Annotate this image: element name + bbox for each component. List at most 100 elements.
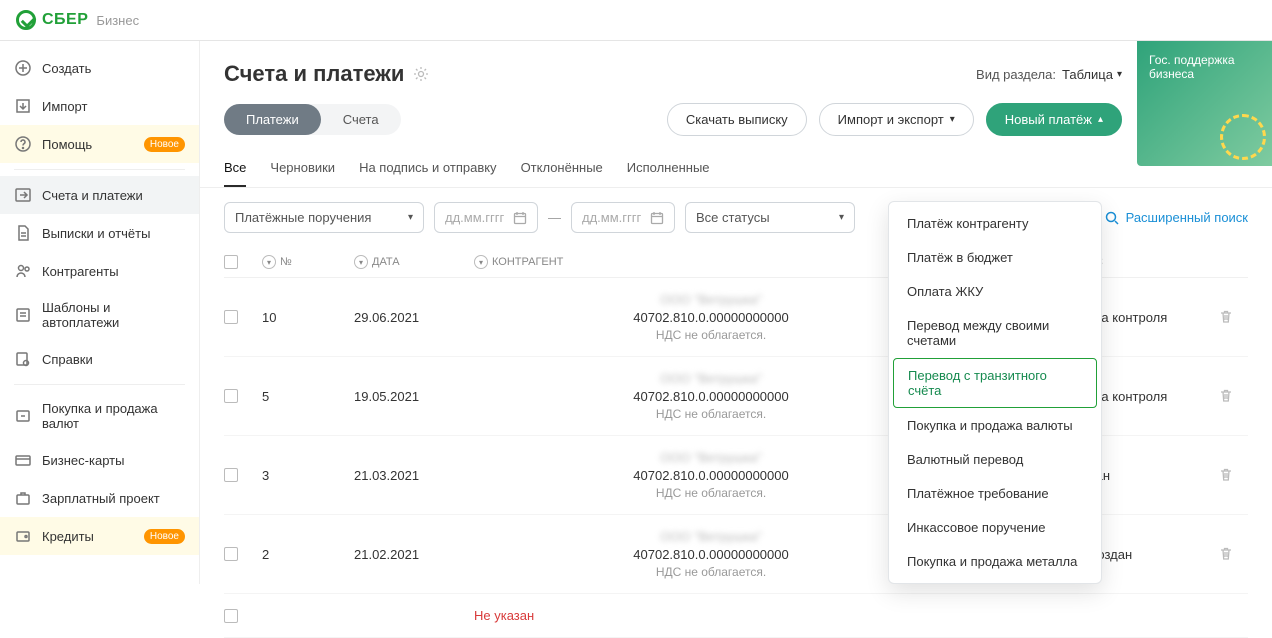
cell-date: 19.05.2021 xyxy=(354,389,454,404)
sort-icon: ▾ xyxy=(354,255,368,269)
tab-done[interactable]: Исполненные xyxy=(627,150,710,187)
row-checkbox[interactable] xyxy=(224,609,238,623)
tab-all[interactable]: Все xyxy=(224,150,246,187)
status-select[interactable]: Все статусы ▾ xyxy=(685,202,855,233)
tab-rejected[interactable]: Отклонённые xyxy=(521,150,603,187)
badge-new: Новое xyxy=(144,529,185,544)
arrow-right-box-icon xyxy=(14,186,32,204)
dropdown-item[interactable]: Перевод с транзитного счёта xyxy=(893,358,1097,408)
sidebar-item-label: Бизнес-карты xyxy=(42,453,124,468)
cell-date: 21.03.2021 xyxy=(354,468,454,483)
main-content: Гос. поддержка бизнеса Счета и платежи В… xyxy=(200,41,1272,584)
dropdown-item[interactable]: Инкассовое поручение xyxy=(893,511,1097,544)
table-row[interactable]: Не указан xyxy=(224,594,1248,638)
tab-drafts[interactable]: Черновики xyxy=(270,150,335,187)
dropdown-item[interactable]: Покупка и продажа валюты xyxy=(893,409,1097,442)
segment-payments[interactable]: Платежи xyxy=(224,104,321,135)
sidebar-item-help[interactable]: Помощь Новое xyxy=(0,125,199,163)
segment-control: Платежи Счета xyxy=(224,104,401,135)
row-checkbox[interactable] xyxy=(224,547,238,561)
card-icon xyxy=(14,451,32,469)
dropdown-item[interactable]: Платёж в бюджет xyxy=(893,241,1097,274)
import-icon xyxy=(14,97,32,115)
sidebar-item-label: Зарплатный проект xyxy=(42,491,160,506)
import-export-button[interactable]: Импорт и экспорт ▾ xyxy=(819,103,974,136)
view-label: Вид раздела: xyxy=(976,67,1056,82)
sidebar-item-refs[interactable]: Справки xyxy=(0,340,199,378)
chevron-down-icon: ▾ xyxy=(1117,69,1122,80)
sidebar-item-cards[interactable]: Бизнес-карты xyxy=(0,441,199,479)
cell-number: 10 xyxy=(262,310,334,325)
dropdown-item[interactable]: Платёж контрагенту xyxy=(893,207,1097,240)
trash-icon[interactable] xyxy=(1218,388,1248,404)
sidebar-item-label: Шаблоны и автоплатежи xyxy=(42,300,185,330)
sidebar-item-counterparties[interactable]: Контрагенты xyxy=(0,252,199,290)
trash-icon[interactable] xyxy=(1218,467,1248,483)
view-mode: Вид раздела: Таблица ▾ xyxy=(976,67,1122,82)
download-statement-button[interactable]: Скачать выписку xyxy=(667,103,807,136)
logo-segment: Бизнес xyxy=(96,13,139,28)
cell-counterparty: ООО "Ветрушка" 40702.810.0.00000000000 Н… xyxy=(474,371,948,421)
sidebar-item-accounts-payments[interactable]: Счета и платежи xyxy=(0,176,199,214)
gear-icon[interactable] xyxy=(412,65,430,83)
date-from-input[interactable]: дд.мм.гггг xyxy=(434,202,538,233)
divider xyxy=(14,169,185,170)
currency-icon xyxy=(14,407,32,425)
cell-counterparty: ООО "Ветрушка" 40702.810.0.00000000000 Н… xyxy=(474,529,948,579)
trash-icon[interactable] xyxy=(1218,309,1248,325)
template-icon xyxy=(14,306,32,324)
doc-type-select[interactable]: Платёжные поручения ▾ xyxy=(224,202,424,233)
plus-circle-icon xyxy=(14,59,32,77)
sidebar-item-label: Импорт xyxy=(42,99,87,114)
select-all-checkbox[interactable] xyxy=(224,255,238,269)
cell-status: бка контроля xyxy=(1088,310,1198,325)
sidebar-item-label: Покупка и продажа валют xyxy=(42,401,185,431)
sidebar-item-credits[interactable]: Кредиты Новое xyxy=(0,517,199,555)
calendar-icon xyxy=(650,211,664,225)
payments-table: ▾№ ▾ДАТА ▾КОНТРАГЕНТ ус 10 29.06.2021 ОО… xyxy=(200,247,1272,638)
sidebar-item-label: Создать xyxy=(42,61,91,76)
row-checkbox[interactable] xyxy=(224,389,238,403)
users-icon xyxy=(14,262,32,280)
sidebar-item-fx[interactable]: Покупка и продажа валют xyxy=(0,391,199,441)
logo[interactable]: СБЕР Бизнес xyxy=(16,10,139,30)
cell-number: 5 xyxy=(262,389,334,404)
advanced-search-link[interactable]: Расширенный поиск xyxy=(1104,210,1248,226)
date-to-input[interactable]: дд.мм.гггг xyxy=(571,202,675,233)
promo-banner[interactable]: Гос. поддержка бизнеса xyxy=(1137,41,1272,166)
cell-status: бка контроля xyxy=(1088,389,1198,404)
segment-accounts[interactable]: Счета xyxy=(321,104,401,135)
sidebar-item-templates[interactable]: Шаблоны и автоплатежи xyxy=(0,290,199,340)
new-payment-dropdown: Платёж контрагентуПлатёж в бюджетОплата … xyxy=(888,201,1102,584)
sidebar-item-label: Выписки и отчёты xyxy=(42,226,150,241)
sidebar-item-statements[interactable]: Выписки и отчёты xyxy=(0,214,199,252)
dropdown-item[interactable]: Покупка и продажа металла xyxy=(893,545,1097,578)
sidebar-item-label: Счета и платежи xyxy=(42,188,143,203)
cell-number: 2 xyxy=(262,547,334,562)
sidebar-item-create[interactable]: Создать xyxy=(0,49,199,87)
row-checkbox[interactable] xyxy=(224,310,238,324)
chevron-down-icon: ▾ xyxy=(408,212,413,223)
divider xyxy=(14,384,185,385)
column-number[interactable]: ▾№ xyxy=(262,255,334,269)
sidebar-item-import[interactable]: Импорт xyxy=(0,87,199,125)
chevron-down-icon: ▾ xyxy=(950,114,955,125)
dropdown-item[interactable]: Перевод между своими счетами xyxy=(893,309,1097,357)
cell-counterparty: ООО "Ветрушка" 40702.810.0.00000000000 Н… xyxy=(474,292,948,342)
row-checkbox[interactable] xyxy=(224,468,238,482)
view-select[interactable]: Таблица ▾ xyxy=(1062,67,1122,82)
logo-brand: СБЕР xyxy=(42,11,88,29)
sidebar-item-payroll[interactable]: Зарплатный проект xyxy=(0,479,199,517)
cell-counterparty: ООО "Ветрушка" 40702.810.0.00000000000 Н… xyxy=(474,450,948,500)
column-date[interactable]: ▾ДАТА xyxy=(354,255,454,269)
tab-to-sign[interactable]: На подпись и отправку xyxy=(359,150,497,187)
document-icon xyxy=(14,224,32,242)
dropdown-item[interactable]: Валютный перевод xyxy=(893,443,1097,476)
trash-icon[interactable] xyxy=(1218,546,1248,562)
dropdown-item[interactable]: Оплата ЖКУ xyxy=(893,275,1097,308)
dropdown-item[interactable]: Платёжное требование xyxy=(893,477,1097,510)
chevron-down-icon: ▾ xyxy=(839,212,844,223)
column-counterparty[interactable]: ▾КОНТРАГЕНТ xyxy=(474,255,948,269)
search-icon xyxy=(1104,210,1120,226)
new-payment-button[interactable]: Новый платёж ▴ xyxy=(986,103,1122,136)
